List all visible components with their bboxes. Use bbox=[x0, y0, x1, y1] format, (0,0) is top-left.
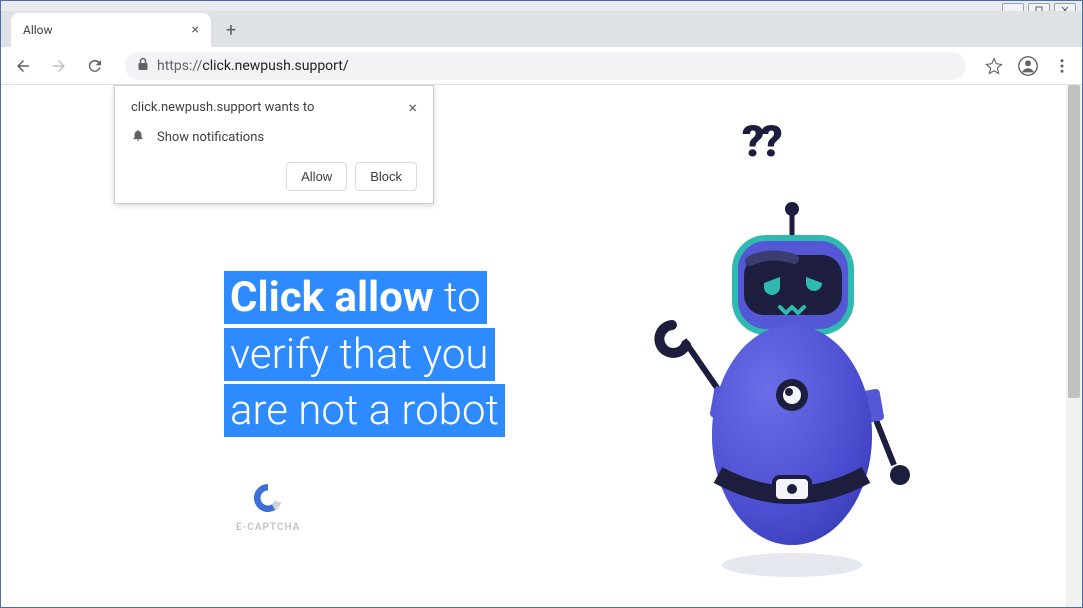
back-button[interactable] bbox=[9, 52, 37, 80]
permission-dialog-item: Show notifications bbox=[157, 130, 264, 145]
notification-permission-dialog: click.newpush.support wants to × Show no… bbox=[114, 85, 434, 204]
lock-icon bbox=[137, 57, 149, 74]
scrollbar-thumb[interactable] bbox=[1068, 85, 1080, 398]
kebab-menu-icon[interactable] bbox=[1050, 54, 1074, 78]
url-text: https://click.newpush.support/ bbox=[157, 58, 349, 74]
tab-strip: Allow × + bbox=[1, 11, 1082, 47]
page-content: click.newpush.support wants to × Show no… bbox=[1, 85, 1082, 607]
captcha-label: E-CAPTCHA bbox=[236, 522, 300, 533]
url-host: click.newpush.support/ bbox=[202, 58, 348, 74]
hero-line-2: verify that you bbox=[224, 328, 495, 381]
browser-tab[interactable]: Allow × bbox=[11, 13, 211, 47]
hero-line-3: are not a robot bbox=[224, 384, 505, 437]
address-bar[interactable]: https://click.newpush.support/ bbox=[125, 52, 966, 80]
block-button[interactable]: Block bbox=[355, 162, 417, 191]
forward-button[interactable] bbox=[45, 52, 73, 80]
tab-title: Allow bbox=[23, 23, 53, 37]
new-tab-button[interactable]: + bbox=[217, 16, 245, 44]
window-title-bar bbox=[1, 1, 1082, 11]
url-scheme: https:// bbox=[157, 58, 202, 74]
allow-button[interactable]: Allow bbox=[286, 162, 347, 191]
account-icon[interactable] bbox=[1016, 54, 1040, 78]
question-marks-icon: ?? bbox=[742, 115, 779, 167]
bookmark-star-icon[interactable] bbox=[982, 54, 1006, 78]
browser-toolbar: https://click.newpush.support/ bbox=[1, 47, 1082, 85]
hero-bold: Click allow bbox=[230, 273, 434, 322]
bell-icon bbox=[131, 128, 145, 146]
vertical-scrollbar[interactable] bbox=[1066, 85, 1082, 607]
permission-dialog-title: click.newpush.support wants to bbox=[131, 100, 314, 115]
hero-rest-1: to bbox=[434, 273, 481, 322]
toolbar-right bbox=[982, 54, 1074, 78]
hero-text: Click allow to verify that you are not a… bbox=[224, 270, 505, 440]
tab-close-icon[interactable]: × bbox=[192, 22, 199, 38]
robot-illustration: ?? bbox=[622, 115, 942, 585]
e-captcha-badge: E-CAPTCHA bbox=[236, 480, 300, 533]
captcha-c-icon bbox=[250, 480, 286, 516]
permission-dialog-close-icon[interactable]: × bbox=[408, 100, 417, 116]
reload-button[interactable] bbox=[81, 52, 109, 80]
